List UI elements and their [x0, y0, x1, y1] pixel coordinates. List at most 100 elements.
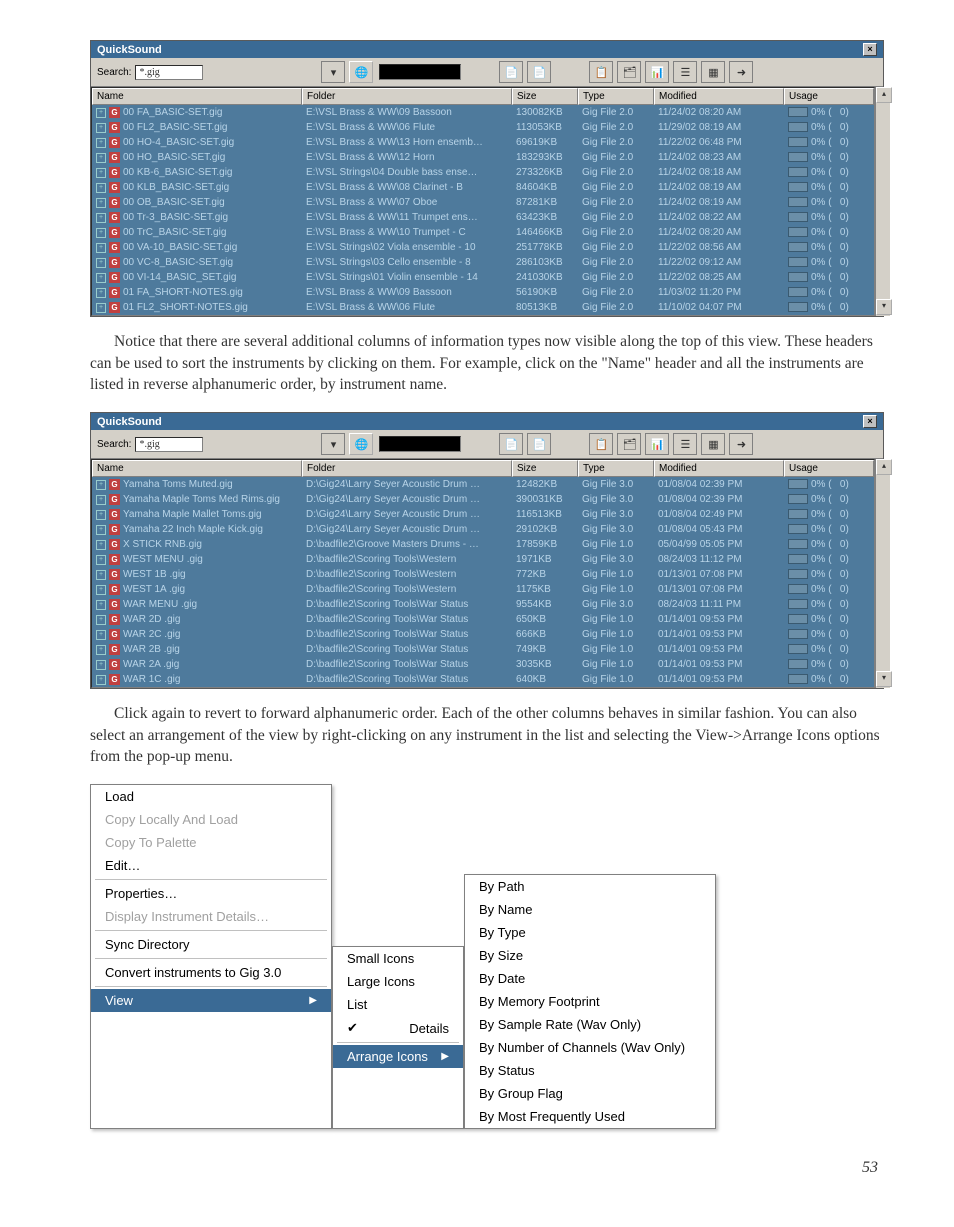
table-row[interactable]: +GWEST 1B .gigD:\badfile2\Scoring Tools\…: [92, 567, 874, 582]
copy-icon[interactable]: 📄: [499, 433, 523, 455]
col-modified[interactable]: Modified: [654, 88, 784, 105]
col-type[interactable]: Type: [578, 460, 654, 477]
expand-icon[interactable]: +: [96, 258, 106, 268]
table-row[interactable]: +GYamaha 22 Inch Maple Kick.gigD:\Gig24\…: [92, 522, 874, 537]
table-row[interactable]: +GWAR 2B .gigD:\badfile2\Scoring Tools\W…: [92, 642, 874, 657]
menu-item[interactable]: Arrange Icons▶: [333, 1045, 463, 1068]
expand-icon[interactable]: +: [96, 480, 106, 490]
list-icon[interactable]: ☰: [673, 61, 697, 83]
expand-icon[interactable]: +: [96, 153, 106, 163]
close-icon[interactable]: ×: [863, 43, 877, 56]
col-size[interactable]: Size: [512, 88, 578, 105]
menu-item[interactable]: Sync Directory: [91, 933, 331, 956]
table-row[interactable]: +G00 Tr-3_BASIC-SET.gigE:\VSL Brass & WW…: [92, 210, 874, 225]
table-row[interactable]: +G00 KLB_BASIC-SET.gigE:\VSL Brass & WW\…: [92, 180, 874, 195]
table-row[interactable]: +GWAR 2D .gigD:\badfile2\Scoring Tools\W…: [92, 612, 874, 627]
menu-item[interactable]: Convert instruments to Gig 3.0: [91, 961, 331, 984]
details-icon[interactable]: 📊: [645, 61, 669, 83]
table-row[interactable]: +G00 FL2_BASIC-SET.gigE:\VSL Brass & WW\…: [92, 120, 874, 135]
menu-item[interactable]: By Memory Footprint: [465, 990, 715, 1013]
menu-item[interactable]: By Type: [465, 921, 715, 944]
expand-icon[interactable]: +: [96, 198, 106, 208]
expand-icon[interactable]: +: [96, 570, 106, 580]
largeicons-icon[interactable]: ▦: [701, 61, 725, 83]
col-folder[interactable]: Folder: [302, 460, 512, 477]
col-usage[interactable]: Usage: [784, 88, 874, 105]
col-name[interactable]: Name: [92, 460, 302, 477]
expand-icon[interactable]: +: [96, 138, 106, 148]
close-icon[interactable]: ×: [863, 415, 877, 428]
table-row[interactable]: +GWAR 2A .gigD:\badfile2\Scoring Tools\W…: [92, 657, 874, 672]
table-row[interactable]: +GYamaha Maple Mallet Toms.gigD:\Gig24\L…: [92, 507, 874, 522]
table-row[interactable]: +GYamaha Maple Toms Med Rims.gigD:\Gig24…: [92, 492, 874, 507]
menu-item[interactable]: List: [333, 993, 463, 1016]
menu-item[interactable]: Small Icons: [333, 947, 463, 970]
table-row[interactable]: +GWAR 2C .gigD:\badfile2\Scoring Tools\W…: [92, 627, 874, 642]
menu-item[interactable]: By Most Frequently Used: [465, 1105, 715, 1128]
search-input[interactable]: *.gig: [135, 65, 203, 80]
col-name[interactable]: Name: [92, 88, 302, 105]
menu-item[interactable]: By Name: [465, 898, 715, 921]
table-row[interactable]: +G00 FA_BASIC-SET.gigE:\VSL Brass & WW\0…: [92, 105, 874, 120]
expand-icon[interactable]: +: [96, 243, 106, 253]
globe-icon[interactable]: 🌐: [349, 433, 373, 455]
scroll-up-icon[interactable]: ▴: [876, 459, 892, 475]
menu-item[interactable]: By Size: [465, 944, 715, 967]
table-row[interactable]: +G00 VI-14_BASIC_SET.gigE:\VSL Strings\0…: [92, 270, 874, 285]
scrollbar[interactable]: ▴ ▾: [875, 87, 890, 316]
expand-icon[interactable]: +: [96, 228, 106, 238]
menu-item[interactable]: By Status: [465, 1059, 715, 1082]
menu-item[interactable]: Load: [91, 785, 331, 808]
expand-icon[interactable]: +: [96, 495, 106, 505]
table-row[interactable]: +GWAR MENU .gigD:\badfile2\Scoring Tools…: [92, 597, 874, 612]
menu-item[interactable]: By Group Flag: [465, 1082, 715, 1105]
expand-icon[interactable]: +: [96, 108, 106, 118]
menu-item[interactable]: Details: [333, 1016, 463, 1040]
dropdown-icon[interactable]: ▾: [321, 433, 345, 455]
menu-item[interactable]: By Path: [465, 875, 715, 898]
scroll-down-icon[interactable]: ▾: [876, 299, 892, 315]
details-icon[interactable]: 📊: [645, 433, 669, 455]
expand-icon[interactable]: +: [96, 510, 106, 520]
menu-item[interactable]: Large Icons: [333, 970, 463, 993]
expand-icon[interactable]: +: [96, 660, 106, 670]
expand-icon[interactable]: +: [96, 168, 106, 178]
table-row[interactable]: +G00 VC-8_BASIC-SET.gigE:\VSL Strings\03…: [92, 255, 874, 270]
col-type[interactable]: Type: [578, 88, 654, 105]
table-row[interactable]: +GWEST MENU .gigD:\badfile2\Scoring Tool…: [92, 552, 874, 567]
copy2-icon[interactable]: 📄: [527, 433, 551, 455]
expand-icon[interactable]: +: [96, 213, 106, 223]
table-row[interactable]: +G00 KB-6_BASIC-SET.gigE:\VSL Strings\04…: [92, 165, 874, 180]
expand-icon[interactable]: +: [96, 303, 106, 313]
table-row[interactable]: +G00 HO-4_BASIC-SET.gigE:\VSL Brass & WW…: [92, 135, 874, 150]
menu-item[interactable]: By Date: [465, 967, 715, 990]
expand-icon[interactable]: +: [96, 123, 106, 133]
expand-icon[interactable]: +: [96, 525, 106, 535]
expand-icon[interactable]: +: [96, 273, 106, 283]
col-usage[interactable]: Usage: [784, 460, 874, 477]
search-input[interactable]: *.gig: [135, 437, 203, 452]
properties-icon[interactable]: 📋: [589, 433, 613, 455]
col-size[interactable]: Size: [512, 460, 578, 477]
expand-icon[interactable]: +: [96, 645, 106, 655]
table-row[interactable]: +G00 TrC_BASIC-SET.gigE:\VSL Brass & WW\…: [92, 225, 874, 240]
menu-item[interactable]: Properties…: [91, 882, 331, 905]
scrollbar[interactable]: ▴ ▾: [875, 459, 890, 688]
table-row[interactable]: +GX STICK RNB.gigD:\badfile2\Groove Mast…: [92, 537, 874, 552]
table-row[interactable]: +G01 FA_SHORT-NOTES.gigE:\VSL Brass & WW…: [92, 285, 874, 300]
tree-icon[interactable]: 🗂: [617, 433, 641, 455]
table-row[interactable]: +GYamaha Toms Muted.gigD:\Gig24\Larry Se…: [92, 477, 874, 492]
expand-icon[interactable]: +: [96, 675, 106, 685]
menu-item[interactable]: By Sample Rate (Wav Only): [465, 1013, 715, 1036]
arrange-icon[interactable]: ➜: [729, 61, 753, 83]
expand-icon[interactable]: +: [96, 585, 106, 595]
expand-icon[interactable]: +: [96, 555, 106, 565]
scroll-up-icon[interactable]: ▴: [876, 87, 892, 103]
menu-item[interactable]: View▶: [91, 989, 331, 1012]
largeicons-icon[interactable]: ▦: [701, 433, 725, 455]
table-row[interactable]: +GWEST 1A .gigD:\badfile2\Scoring Tools\…: [92, 582, 874, 597]
copy2-icon[interactable]: 📄: [527, 61, 551, 83]
globe-icon[interactable]: 🌐: [349, 61, 373, 83]
dropdown-icon[interactable]: ▾: [321, 61, 345, 83]
expand-icon[interactable]: +: [96, 288, 106, 298]
